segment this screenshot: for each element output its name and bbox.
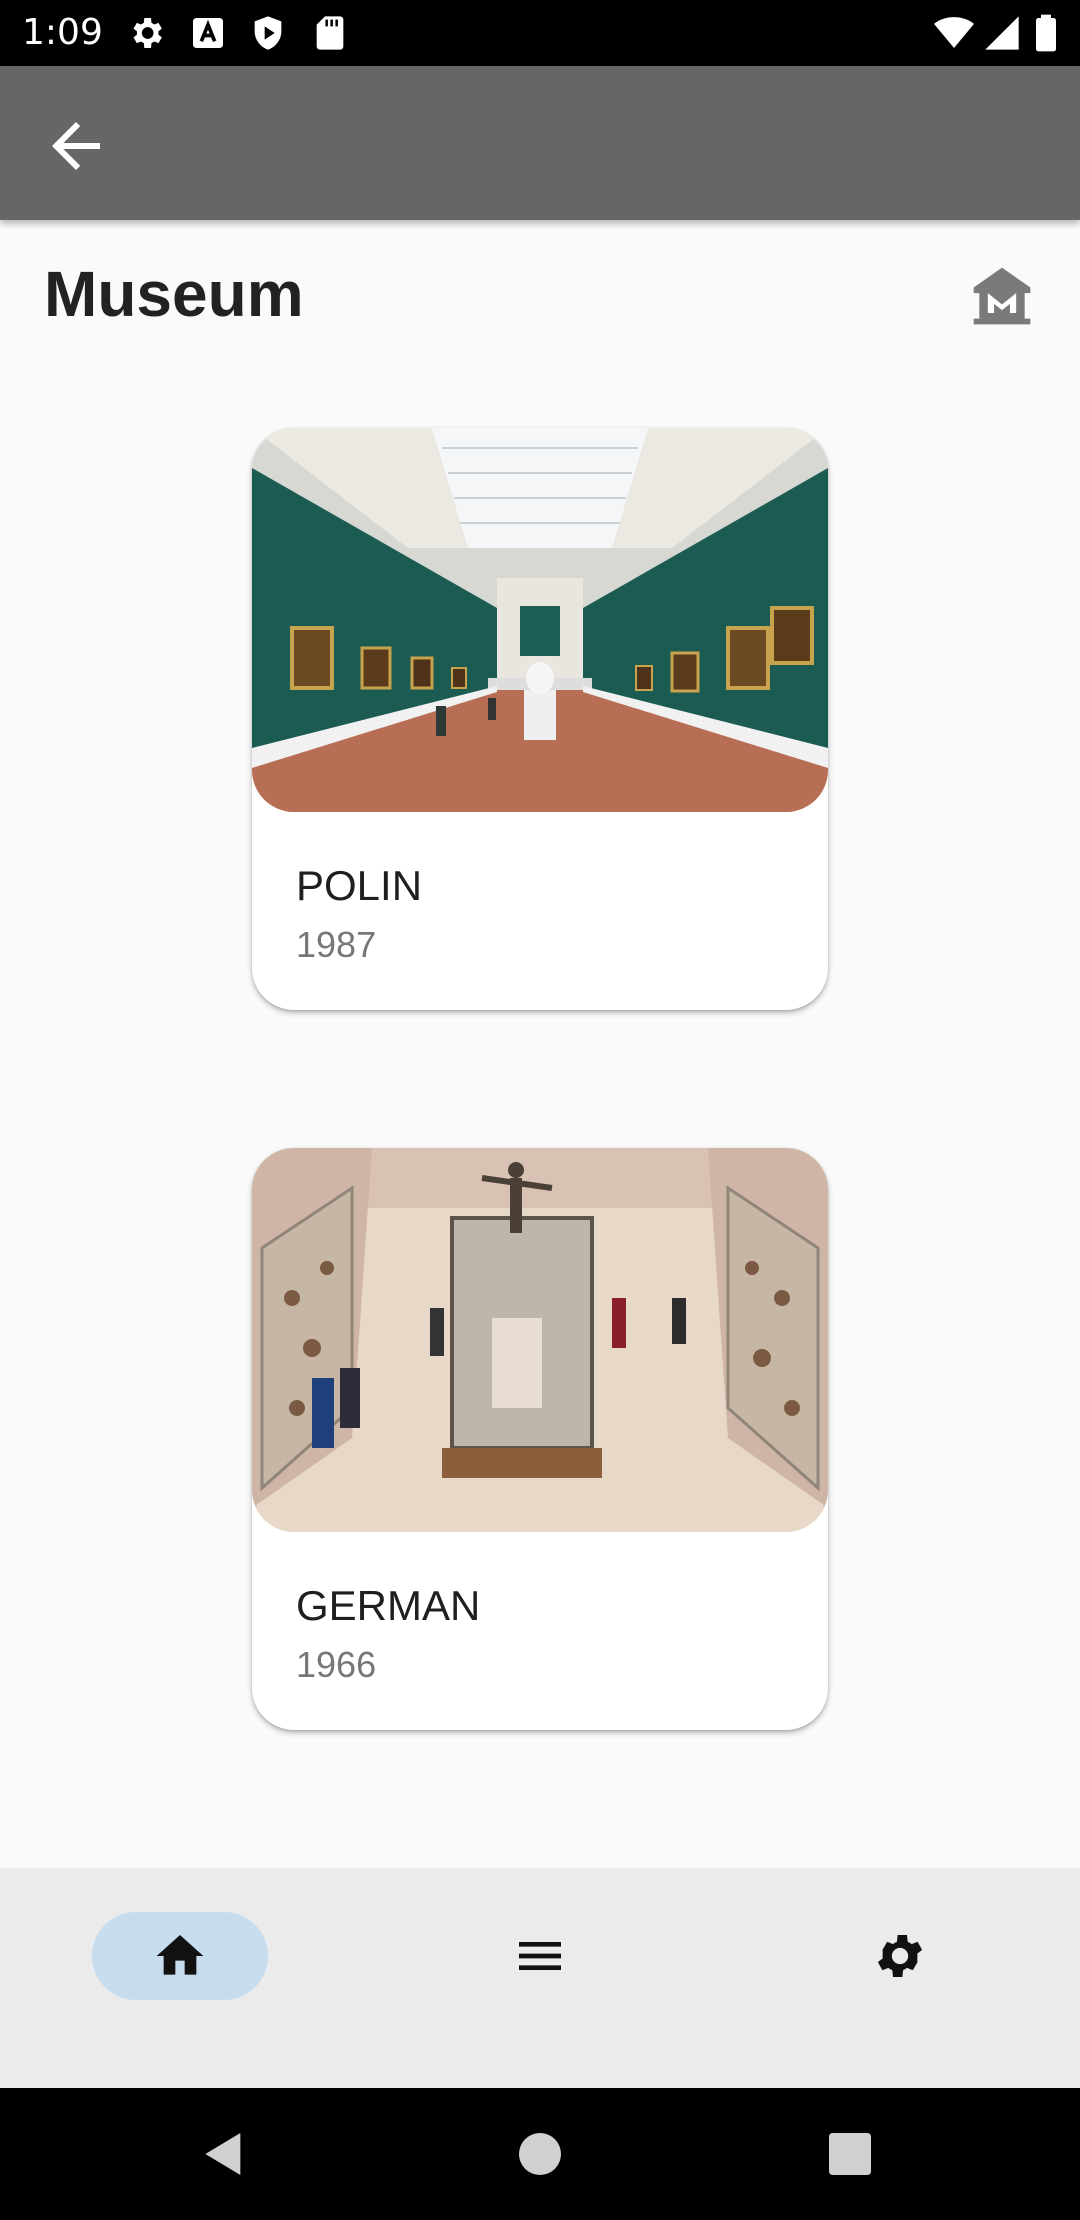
app-bar bbox=[0, 66, 1080, 220]
home-circle-icon[interactable] bbox=[512, 2126, 568, 2182]
museum-name: GERMAN bbox=[296, 1582, 481, 1629]
status-bar: 1:09 bbox=[0, 0, 1080, 66]
museum-year: 1987 bbox=[296, 924, 377, 965]
arrow-back-icon[interactable] bbox=[40, 110, 112, 182]
museum-year: 1966 bbox=[296, 1644, 377, 1685]
play-protect-icon bbox=[254, 16, 282, 50]
nav-list[interactable] bbox=[452, 1912, 628, 2000]
wifi-icon bbox=[934, 17, 974, 48]
a-icon bbox=[193, 18, 223, 48]
museum-card[interactable]: POLIN 1987 bbox=[252, 428, 828, 1010]
page-title: Museum bbox=[44, 258, 304, 330]
nav-home[interactable] bbox=[92, 1912, 268, 2000]
signal-icon bbox=[985, 16, 1019, 50]
museum-name: POLIN bbox=[296, 862, 423, 909]
status-time: 1:09 bbox=[22, 12, 103, 53]
bottom-navigation bbox=[0, 1868, 1080, 2088]
sd-card-icon bbox=[316, 16, 344, 50]
menu-icon bbox=[519, 1942, 561, 1970]
museum-image bbox=[252, 1148, 828, 1532]
home-icon bbox=[156, 1935, 204, 1975]
nav-settings[interactable] bbox=[812, 1912, 988, 2000]
museum-image bbox=[252, 428, 828, 812]
settings-icon bbox=[133, 18, 162, 48]
back-icon[interactable] bbox=[196, 2126, 252, 2182]
museum-icon bbox=[973, 267, 1031, 325]
recents-icon[interactable] bbox=[822, 2126, 878, 2182]
museum-card[interactable]: GERMAN 1966 bbox=[252, 1148, 828, 1730]
settings-icon bbox=[877, 1935, 923, 1977]
battery-icon bbox=[1036, 14, 1056, 52]
system-navigation-bar bbox=[0, 2088, 1080, 2220]
